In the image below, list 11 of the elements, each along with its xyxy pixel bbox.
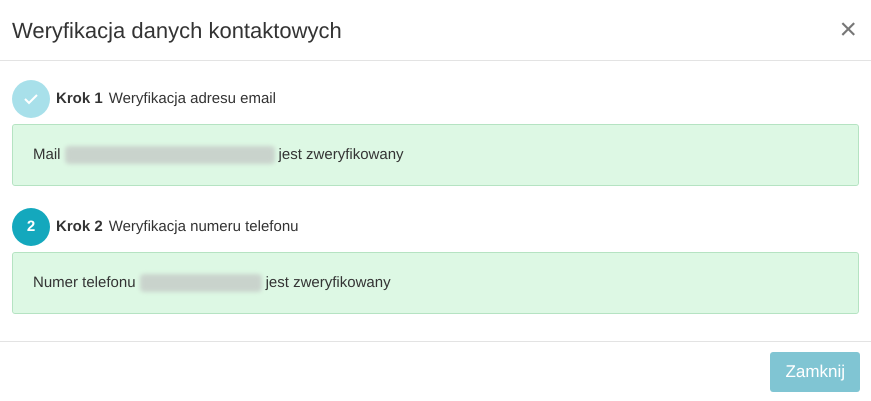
dialog-title: Weryfikacja danych kontaktowych [12,16,342,45]
step-label: Krok 1 [56,88,103,109]
step-title: Weryfikacja adresu email [108,88,276,109]
message-text: Numer telefonu [33,272,136,293]
message-text: jest zweryfikowany [266,272,391,293]
message-text: Mail [33,144,61,165]
message-text: jest zweryfikowany [278,144,404,165]
step-number: 2 [12,208,50,246]
step-title: Weryfikacja numeru telefonu [108,216,299,237]
step-label: Krok 2 [56,216,103,237]
close-button[interactable]: × [835,15,861,45]
